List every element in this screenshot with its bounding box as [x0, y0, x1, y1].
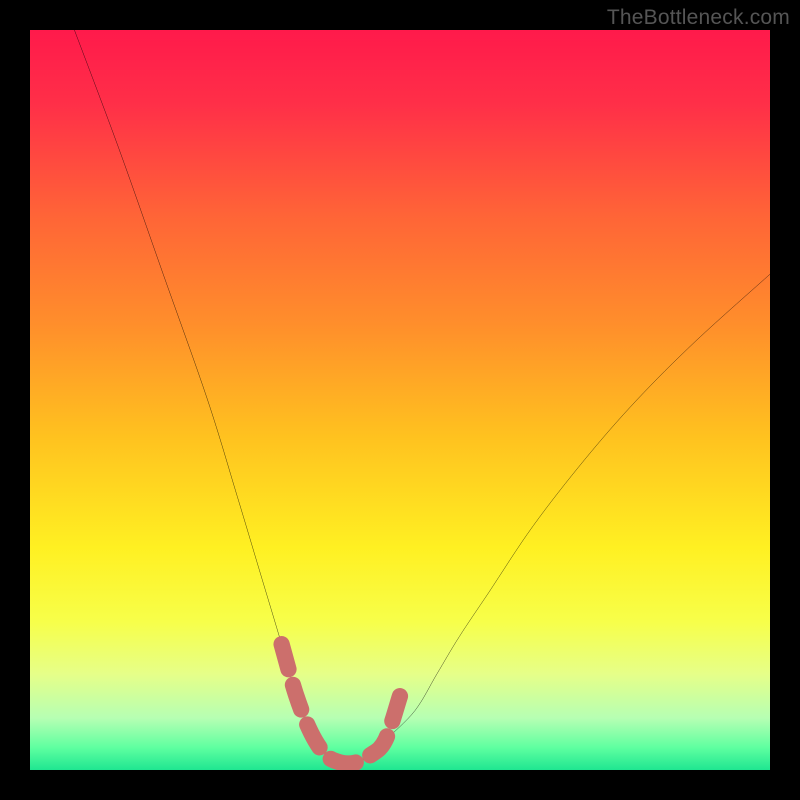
curve-layer — [30, 30, 770, 770]
optimal-range-marker — [282, 644, 400, 763]
watermark-text: TheBottleneck.com — [607, 6, 790, 30]
plot-area — [30, 30, 770, 770]
bottleneck-curve — [74, 30, 770, 764]
chart-frame: TheBottleneck.com — [0, 0, 800, 800]
